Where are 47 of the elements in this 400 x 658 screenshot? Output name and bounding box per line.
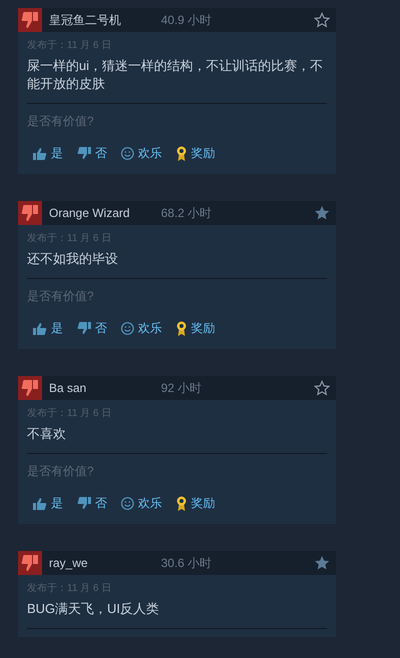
- thumbs-down-icon: [77, 146, 91, 160]
- hours-played: 30.6 小时: [161, 555, 212, 572]
- smiley-icon: [121, 496, 134, 510]
- author-name[interactable]: ray_we: [49, 554, 161, 572]
- funny-button[interactable]: 欢乐: [121, 494, 162, 512]
- not-recommended-icon: [18, 8, 42, 32]
- helpful-prompt: 是否有价值?: [27, 463, 95, 480]
- award-icon: [176, 146, 187, 160]
- funny-button[interactable]: 欢乐: [121, 319, 162, 337]
- hours-played: 40.9 小时: [161, 12, 212, 29]
- star-icon[interactable]: [314, 12, 330, 28]
- review-text: 屎一样的ui，猜迷一样的结构，不让训话的比赛，不能开放的皮肤: [27, 57, 324, 93]
- author-name[interactable]: Orange Wizard: [49, 204, 161, 222]
- not-recommended-icon: [18, 376, 42, 400]
- smiley-icon: [121, 322, 134, 334]
- yes-button[interactable]: 是: [33, 319, 63, 337]
- award-button[interactable]: 奖励: [176, 319, 215, 337]
- funny-button[interactable]: 欢乐: [121, 144, 162, 162]
- star-icon[interactable]: [314, 204, 330, 221]
- thumbs-up-icon: [33, 146, 47, 160]
- not-recommended-icon: [18, 551, 42, 575]
- thumbs-up-icon: [33, 322, 47, 334]
- star-icon[interactable]: [314, 554, 330, 571]
- award-icon: [176, 320, 187, 336]
- not-recommended-icon: [18, 201, 42, 225]
- thumbs-down-icon: [77, 496, 91, 510]
- review-text: BUG满天飞，UI反人类: [27, 600, 160, 618]
- no-button[interactable]: 否: [77, 144, 107, 162]
- no-button[interactable]: 否: [77, 494, 107, 512]
- review-text: 不喜欢: [27, 425, 67, 443]
- thumbs-up-icon: [33, 496, 47, 510]
- award-icon: [176, 496, 187, 510]
- yes-button[interactable]: 是: [33, 494, 63, 512]
- author-name[interactable]: 皇冠鱼二号机: [49, 11, 161, 29]
- hours-played: 68.2 小时: [161, 205, 212, 222]
- author-name[interactable]: Ba san: [49, 379, 161, 397]
- award-button[interactable]: 奖励: [176, 144, 215, 162]
- thumbs-down-icon: [77, 322, 91, 334]
- review-text: 还不如我的毕设: [27, 250, 119, 268]
- award-button[interactable]: 奖励: [176, 494, 215, 512]
- star-icon[interactable]: [314, 380, 330, 396]
- no-button[interactable]: 否: [77, 319, 107, 337]
- helpful-prompt: 是否有价值?: [27, 113, 95, 130]
- smiley-icon: [121, 146, 134, 160]
- hours-played: 92 小时: [161, 380, 202, 397]
- helpful-prompt: 是否有价值?: [27, 288, 95, 305]
- yes-button[interactable]: 是: [33, 144, 63, 162]
